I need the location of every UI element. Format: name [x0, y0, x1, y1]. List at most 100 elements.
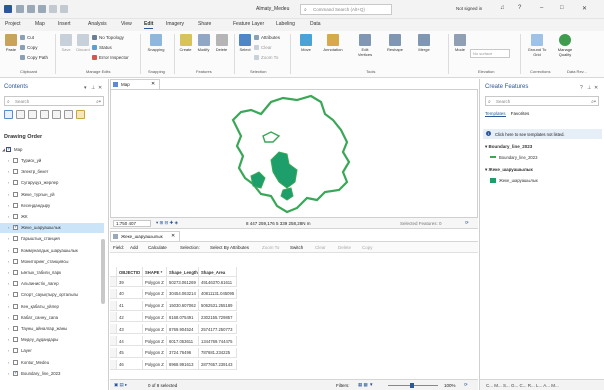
- open-project-icon[interactable]: [27, 5, 35, 13]
- discard-edits-button[interactable]: Discard: [75, 34, 91, 52]
- scale-select[interactable]: 1:750 407: [113, 220, 151, 227]
- row-selector[interactable]: [110, 288, 117, 299]
- tab-labeling[interactable]: Labeling: [276, 21, 295, 27]
- expand-icon[interactable]: ›: [8, 371, 9, 376]
- map-canvas[interactable]: [110, 89, 478, 218]
- tab-insert[interactable]: Insert: [58, 21, 71, 27]
- tree-layer[interactable]: › Медеу_аудандары: [0, 335, 104, 345]
- tab-favorites[interactable]: Favorites: [511, 111, 530, 116]
- minimize-icon[interactable]: –: [540, 5, 543, 11]
- tree-map[interactable]: ◢ Map: [0, 145, 104, 155]
- calculate-field-button[interactable]: Calculate: [148, 245, 167, 250]
- expand-icon[interactable]: ›: [8, 248, 9, 253]
- tree-layer[interactable]: › Туриск_уй: [0, 156, 104, 166]
- maximize-icon[interactable]: □: [560, 5, 564, 11]
- tree-layer[interactable]: › ЖК: [0, 212, 104, 222]
- pane-bottom-tabs[interactable]: C... M... S... G... C... R... L... A... …: [480, 379, 604, 390]
- list-by-editing-icon[interactable]: [40, 110, 49, 119]
- reshape-tool-button[interactable]: Reshape: [384, 34, 406, 52]
- collapse-icon[interactable]: ◢: [2, 147, 5, 152]
- table-cell[interactable]: 45: [117, 347, 143, 358]
- tree-layer[interactable]: › Сугаруцуз_жерлер: [0, 178, 104, 188]
- tab-edit[interactable]: Edit: [144, 21, 154, 29]
- table-cell[interactable]: 8968.991613: [167, 359, 199, 370]
- template-group-farm[interactable]: ▾ Жеке_шаруашылык: [485, 167, 533, 173]
- clear-selection-button[interactable]: Clear: [254, 45, 272, 50]
- contents-scrollbar[interactable]: [101, 239, 105, 304]
- table-cell[interactable]: 49146370.61611: [199, 277, 237, 287]
- layer-visibility-checkbox[interactable]: [13, 348, 18, 354]
- tab-data[interactable]: Data: [310, 21, 321, 27]
- tree-layer[interactable]: › Кен_қабаты_уйлер: [0, 302, 104, 312]
- close-pane-icon[interactable]: ✕: [98, 85, 102, 91]
- table-cell[interactable]: 39: [117, 277, 143, 287]
- merge-tool-button[interactable]: Merge: [414, 34, 434, 52]
- layer-visibility-checkbox[interactable]: [13, 292, 18, 298]
- expand-icon[interactable]: ›: [8, 192, 9, 197]
- table-cell[interactable]: 6017.053611: [167, 336, 199, 346]
- tab-view[interactable]: View: [121, 21, 132, 27]
- table-cell[interactable]: Polygon Z: [143, 359, 167, 370]
- expand-icon[interactable]: ›: [8, 203, 9, 208]
- tree-layer[interactable]: › Кесеңдандыру: [0, 201, 104, 211]
- table-cell[interactable]: 787681.234225: [199, 347, 237, 358]
- refresh-icon[interactable]: ⟳: [465, 220, 469, 226]
- tab-analysis[interactable]: Analysis: [88, 21, 107, 27]
- table-cell[interactable]: 42: [117, 312, 143, 323]
- layer-visibility-checkbox[interactable]: [13, 303, 18, 309]
- tab-templates[interactable]: Templates: [485, 111, 506, 117]
- column-header-shape-length[interactable]: Shape_Length: [167, 267, 199, 277]
- templates-tip[interactable]: i Click here to see templates not listed…: [483, 129, 602, 139]
- help-icon[interactable]: ?: [518, 5, 521, 11]
- modify-feature-button[interactable]: Modify: [196, 34, 211, 52]
- table-cell[interactable]: Polygon Z: [143, 347, 167, 358]
- notifications-icon[interactable]: ♫: [500, 5, 505, 11]
- zoom-to-button[interactable]: Zoom To: [262, 245, 279, 250]
- tab-project[interactable]: Project: [5, 21, 21, 27]
- copy-rows-button[interactable]: Copy: [362, 245, 373, 250]
- table-cell[interactable]: 8769.904524: [167, 324, 199, 335]
- layer-visibility-checkbox[interactable]: [13, 370, 18, 376]
- expand-icon[interactable]: ›: [8, 326, 9, 331]
- tab-share[interactable]: Share: [198, 21, 211, 27]
- annotation-tool-button[interactable]: Annotation: [320, 34, 346, 52]
- expand-icon[interactable]: ›: [8, 315, 9, 320]
- layer-visibility-checkbox[interactable]: [13, 270, 18, 275]
- layer-visibility-checkbox[interactable]: [13, 191, 18, 197]
- topology-select[interactable]: No Topology: [92, 35, 124, 40]
- layer-visibility-checkbox[interactable]: [13, 258, 18, 264]
- select-button[interactable]: Select: [238, 34, 252, 52]
- snapping-button[interactable]: Snapping: [145, 34, 167, 52]
- tab-imagery[interactable]: Imagery: [166, 21, 184, 27]
- table-cell[interactable]: Polygon Z: [143, 324, 167, 335]
- table-cell[interactable]: 5062531.255189: [199, 300, 237, 311]
- tab-map[interactable]: Map: [35, 21, 45, 27]
- attribute-table-tab[interactable]: Жеке_шаруашылык ✕: [110, 231, 180, 241]
- add-field-button[interactable]: Add: [130, 245, 138, 250]
- table-cell[interactable]: 44: [117, 336, 143, 346]
- row-selector[interactable]: [110, 336, 117, 346]
- switch-selection-button[interactable]: Switch: [290, 245, 303, 250]
- tab-feature-layer[interactable]: Feature Layer: [233, 21, 264, 27]
- expand-icon[interactable]: ›: [8, 169, 9, 174]
- tree-layer[interactable]: › Кабат_санну_сапа: [0, 313, 104, 323]
- expand-icon[interactable]: ›: [8, 304, 9, 309]
- table-cell[interactable]: Polygon Z: [143, 336, 167, 346]
- surface-select[interactable]: No surface: [470, 49, 510, 58]
- layer-visibility-checkbox[interactable]: [13, 224, 18, 231]
- table-view-icons[interactable]: ▣ ▤ ▸: [114, 382, 127, 388]
- template-group-boundary[interactable]: ▾ Boundary_line_2023: [485, 144, 532, 150]
- contents-search-input[interactable]: ⌕ Search ⌕▾: [4, 96, 104, 106]
- copy-path-button[interactable]: Copy Path: [20, 55, 48, 60]
- status-button[interactable]: Status: [92, 45, 112, 50]
- expand-icon[interactable]: ›: [8, 214, 9, 219]
- expand-icon[interactable]: ›: [8, 337, 9, 342]
- move-tool-button[interactable]: Move: [296, 34, 316, 52]
- table-cell[interactable]: 41: [117, 300, 143, 311]
- expand-icon[interactable]: ›: [8, 348, 9, 353]
- table-cell[interactable]: Polygon Z: [143, 288, 167, 299]
- pin-icon[interactable]: ⊥: [587, 85, 591, 91]
- template-farm-polygon[interactable]: Жеке_шаруашылык: [490, 178, 538, 183]
- select-by-attributes-button[interactable]: Select By Attributes: [210, 245, 249, 250]
- clear-selection-button[interactable]: Clear: [315, 245, 326, 250]
